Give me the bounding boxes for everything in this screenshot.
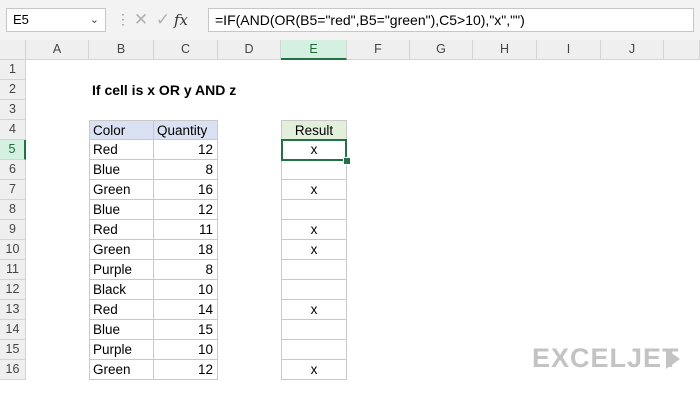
color-cell[interactable]: Green — [89, 240, 154, 260]
row-header-3[interactable]: 3 — [0, 100, 26, 120]
formula-bar: E5 ⌄ ⋮ ✕ ✓ fx =IF(AND(OR(B5="red",B5="gr… — [0, 0, 700, 41]
quantity-cell[interactable]: 8 — [154, 160, 218, 180]
column-header-h[interactable]: H — [473, 40, 537, 60]
quantity-cell[interactable]: 8 — [154, 260, 218, 280]
more-options-icon[interactable]: ⋮ — [116, 8, 130, 32]
color-cell[interactable]: Green — [89, 180, 154, 200]
color-cell[interactable]: Blue — [89, 320, 154, 340]
row-header-10[interactable]: 10 — [0, 240, 26, 260]
quantity-cell[interactable]: 12 — [154, 360, 218, 380]
quantity-cell[interactable]: 12 — [154, 140, 218, 160]
result-cell[interactable] — [281, 260, 347, 280]
column-header-i[interactable]: I — [537, 40, 601, 60]
result-cell[interactable] — [281, 160, 347, 180]
quantity-cell[interactable]: 10 — [154, 280, 218, 300]
exceljet-logo-icon — [666, 349, 680, 369]
row-header-5[interactable]: 5 — [0, 140, 26, 160]
result-cell[interactable] — [281, 320, 347, 340]
color-cell[interactable]: Blue — [89, 200, 154, 220]
column-header-e[interactable]: E — [281, 40, 347, 60]
quantity-cell[interactable]: 11 — [154, 220, 218, 240]
quantity-cell[interactable]: 12 — [154, 200, 218, 220]
column-header-g[interactable]: G — [410, 40, 473, 60]
column-header-j[interactable]: J — [601, 40, 664, 60]
row-header-7[interactable]: 7 — [0, 180, 26, 200]
result-cell[interactable]: x — [281, 240, 347, 260]
color-cell[interactable]: Red — [89, 300, 154, 320]
row-header-16[interactable]: 16 — [0, 360, 26, 380]
active-cell-selection[interactable] — [281, 139, 347, 161]
result-cell[interactable]: x — [281, 300, 347, 320]
header-result[interactable]: Result — [281, 120, 347, 140]
name-box-value: E5 — [13, 12, 29, 27]
row-header-13[interactable]: 13 — [0, 300, 26, 320]
result-cell[interactable] — [281, 200, 347, 220]
sheet-title: If cell is x OR y AND z — [92, 82, 237, 98]
select-all-corner[interactable] — [0, 40, 26, 60]
enter-icon[interactable]: ✓ — [152, 8, 174, 32]
quantity-cell[interactable]: 10 — [154, 340, 218, 360]
row-header-9[interactable]: 9 — [0, 220, 26, 240]
result-cell[interactable] — [281, 280, 347, 300]
quantity-cell[interactable]: 15 — [154, 320, 218, 340]
result-cell[interactable]: x — [281, 180, 347, 200]
header-color[interactable]: Color — [89, 120, 154, 140]
header-quantity[interactable]: Quantity — [154, 120, 218, 140]
row-header-8[interactable]: 8 — [0, 200, 26, 220]
color-cell[interactable]: Green — [89, 360, 154, 380]
result-cell[interactable] — [281, 340, 347, 360]
column-header-f[interactable]: F — [347, 40, 410, 60]
color-cell[interactable]: Purple — [89, 340, 154, 360]
color-cell[interactable]: Blue — [89, 160, 154, 180]
name-box[interactable]: E5 ⌄ — [6, 8, 106, 32]
result-cell[interactable]: x — [281, 360, 347, 380]
chevron-down-icon[interactable]: ⌄ — [90, 9, 99, 31]
column-header-b[interactable]: B — [89, 40, 154, 60]
row-header-6[interactable]: 6 — [0, 160, 26, 180]
quantity-cell[interactable]: 18 — [154, 240, 218, 260]
quantity-cell[interactable]: 16 — [154, 180, 218, 200]
exceljet-logo: EXCELJET — [532, 343, 680, 373]
row-header-14[interactable]: 14 — [0, 320, 26, 340]
color-cell[interactable]: Purple — [89, 260, 154, 280]
row-header-12[interactable]: 12 — [0, 280, 26, 300]
column-header-a[interactable]: A — [26, 40, 89, 60]
color-cell[interactable]: Red — [89, 140, 154, 160]
cancel-icon[interactable]: ✕ — [130, 8, 152, 32]
insert-function-icon[interactable]: fx — [174, 8, 188, 32]
fill-handle[interactable] — [343, 157, 351, 165]
row-header-11[interactable]: 11 — [0, 260, 26, 280]
color-cell[interactable]: Red — [89, 220, 154, 240]
color-cell[interactable]: Black — [89, 280, 154, 300]
row-header-1[interactable]: 1 — [0, 60, 26, 80]
column-header-partial[interactable] — [664, 40, 700, 60]
row-header-2[interactable]: 2 — [0, 80, 26, 100]
column-header-c[interactable]: C — [154, 40, 218, 60]
formula-input[interactable]: =IF(AND(OR(B5="red",B5="green"),C5>10),"… — [208, 8, 694, 32]
row-header-15[interactable]: 15 — [0, 340, 26, 360]
quantity-cell[interactable]: 14 — [154, 300, 218, 320]
column-header-d[interactable]: D — [218, 40, 281, 60]
result-cell[interactable]: x — [281, 220, 347, 240]
row-header-4[interactable]: 4 — [0, 120, 26, 140]
